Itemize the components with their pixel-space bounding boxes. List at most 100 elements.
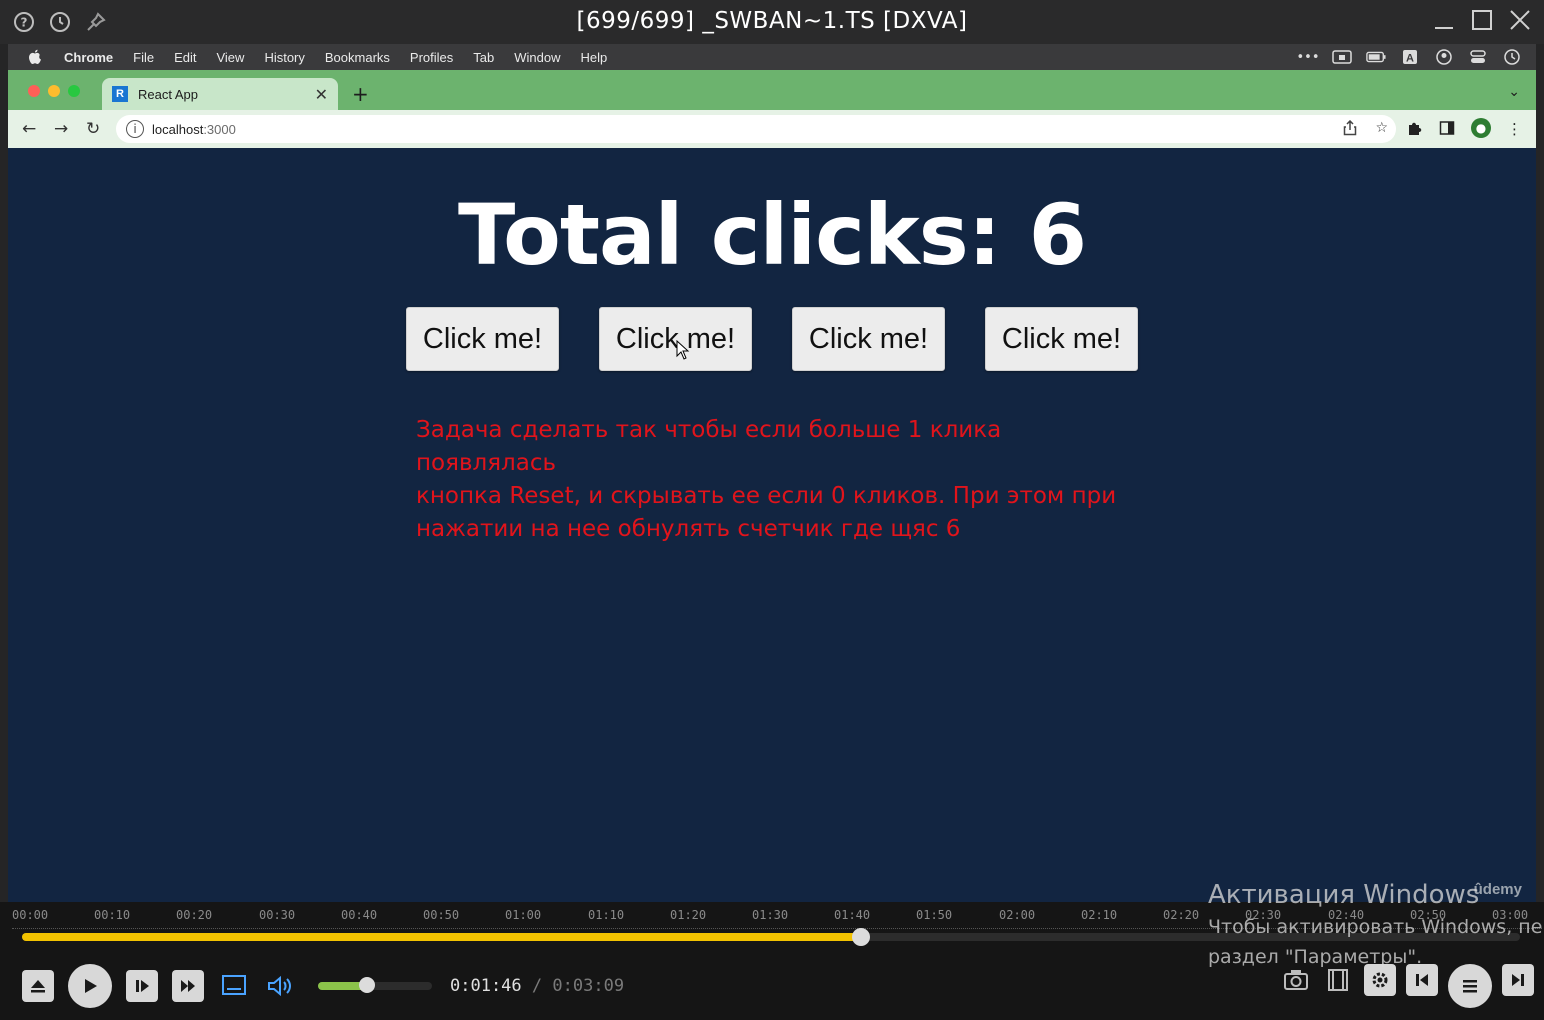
time-total: 0:03:09 [552,976,625,996]
svg-text:A: A [1406,53,1414,65]
share-icon[interactable] [1343,119,1357,140]
task-line-2: кнопка Reset, и скрывать ее если 0 клико… [416,483,1117,509]
fast-forward-icon[interactable] [172,970,204,1002]
user-account-icon[interactable] [1434,48,1454,66]
menu-history[interactable]: History [264,50,304,65]
timeline-tick-label: 01:00 [505,908,542,922]
menu-view[interactable]: View [216,50,244,65]
mac-menu-bar: Chrome File Edit View History Bookmarks … [8,44,1536,70]
browser-tab[interactable]: R React App ✕ [102,78,338,110]
timeline-tick-label: 00:20 [176,908,213,922]
menu-tab[interactable]: Tab [473,50,494,65]
time-display: 0:01:46 / 0:03:09 [450,976,624,996]
tab-search-chevron-icon[interactable]: ⌄ [1508,84,1520,100]
subtitles-icon[interactable] [218,970,250,1002]
page-title: Total clicks: 6 [457,186,1087,284]
browser-window: R React App ✕ + ⌄ ← → ↻ i localhost:3000… [8,70,1536,148]
menu-bookmarks[interactable]: Bookmarks [325,50,390,65]
click-me-button-3[interactable]: Click me! [792,307,945,371]
address-bar[interactable]: i localhost:3000 ☆ [116,115,1396,143]
eject-icon[interactable] [22,970,54,1002]
timeline-tick-label: 02:20 [1163,908,1200,922]
timeline-tick-label: 01:20 [670,908,707,922]
task-annotation: Задача сделать так чтобы если больше 1 к… [416,414,1136,546]
play-icon[interactable] [68,964,112,1008]
clock-status-icon[interactable] [1502,48,1522,66]
mouse-cursor-icon [676,340,690,360]
timeline-tick-label: 01:40 [834,908,871,922]
tab-close-icon[interactable]: ✕ [315,85,328,104]
battery-icon[interactable] [1366,48,1386,66]
extensions-puzzle-icon[interactable] [1407,120,1423,140]
task-line-1: Задача сделать так чтобы если больше 1 к… [416,417,1002,476]
watermark-line-2: Чтобы активировать Windows, пе [1208,916,1543,938]
maximize-icon[interactable] [1470,8,1494,32]
side-panel-icon[interactable] [1439,120,1455,140]
watermark-line-1: Активация Windows [1208,880,1480,910]
profile-avatar-icon[interactable]: ● [1471,118,1491,138]
timeline-tick-label: 01:50 [916,908,953,922]
time-current: 0:01:46 [450,976,522,996]
task-line-3: нажатии на нее обнулять счетчик где щяс … [416,516,961,542]
menu-window[interactable]: Window [514,50,560,65]
react-app-favicon-icon: R [112,86,128,102]
address-url[interactable]: localhost:3000 [152,122,236,137]
url-port: :3000 [203,121,236,137]
new-tab-plus-icon[interactable]: + [352,82,369,106]
toolbar-right-icons: ● ⋮ [1407,118,1522,140]
keyboard-input-icon[interactable]: A [1400,48,1420,66]
volume-slider[interactable] [318,977,432,993]
menu-profiles[interactable]: Profiles [410,50,453,65]
forward-arrow-icon[interactable]: → [54,119,68,139]
url-host: localhost [152,121,204,137]
time-separator: / [531,976,543,996]
timeline-tick-label: 00:30 [259,908,296,922]
browser-toolbar: ← → ↻ i localhost:3000 ☆ ● ⋮ [8,110,1536,148]
back-arrow-icon[interactable]: ← [22,119,36,139]
minimize-window-dot[interactable] [48,85,60,97]
player-title-bar: ? [699/699] _SWBAN~1.TS [DXVA] [0,0,1544,44]
timeline-tick-label: 00:10 [94,908,131,922]
volume-speaker-icon[interactable] [264,970,296,1002]
apple-logo-icon[interactable] [28,49,44,65]
seek-bar-knob[interactable] [852,928,870,946]
reload-icon[interactable]: ↻ [86,119,100,139]
timeline-tick-label: 02:10 [1081,908,1118,922]
menu-file[interactable]: File [133,50,154,65]
control-center-icon[interactable] [1468,48,1488,66]
click-me-button-1[interactable]: Click me! [406,307,559,371]
click-me-button-2[interactable]: Click me! [599,307,752,371]
tab-title: React App [138,86,198,102]
timeline-tick-label: 00:00 [12,908,49,922]
mac-status-icons: ••• A [1297,48,1522,66]
step-forward-icon[interactable] [126,970,158,1002]
playback-controls: 0:01:46 / 0:03:09 [22,964,624,1008]
window-controls [1432,8,1532,32]
timeline-tick-label: 01:30 [752,908,789,922]
zoom-window-dot[interactable] [68,85,80,97]
watermark-line-3: раздел "Параметры". [1208,946,1423,968]
volume-knob[interactable] [359,977,375,993]
screen-mirroring-icon[interactable] [1332,48,1352,66]
click-me-button-4[interactable]: Click me! [985,307,1138,371]
timeline-tick-label: 00:50 [423,908,460,922]
menu-help[interactable]: Help [581,50,608,65]
more-dots-icon[interactable]: ••• [1297,48,1320,66]
traffic-lights [28,85,80,97]
windows-activation-watermark: Активация Windows Чтобы активировать Win… [1208,878,1542,972]
player-window-title: [699/699] _SWBAN~1.TS [DXVA] [576,8,968,34]
menu-edit[interactable]: Edit [174,50,196,65]
seek-bar-fill [22,933,861,941]
minimize-icon[interactable] [1432,8,1456,32]
bookmark-star-icon[interactable]: ☆ [1375,120,1388,140]
site-info-icon[interactable]: i [126,120,144,138]
kebab-menu-icon[interactable]: ⋮ [1507,120,1522,140]
close-icon[interactable] [1508,8,1532,32]
timeline-tick-label: 02:00 [999,908,1036,922]
close-window-dot[interactable] [28,85,40,97]
timeline-tick-label: 01:10 [588,908,625,922]
click-buttons-row: Click me! Click me! Click me! Click me! [406,307,1138,371]
timeline-tick-label: 00:40 [341,908,378,922]
address-bar-actions: ☆ [1343,119,1388,140]
menu-chrome[interactable]: Chrome [64,50,113,65]
